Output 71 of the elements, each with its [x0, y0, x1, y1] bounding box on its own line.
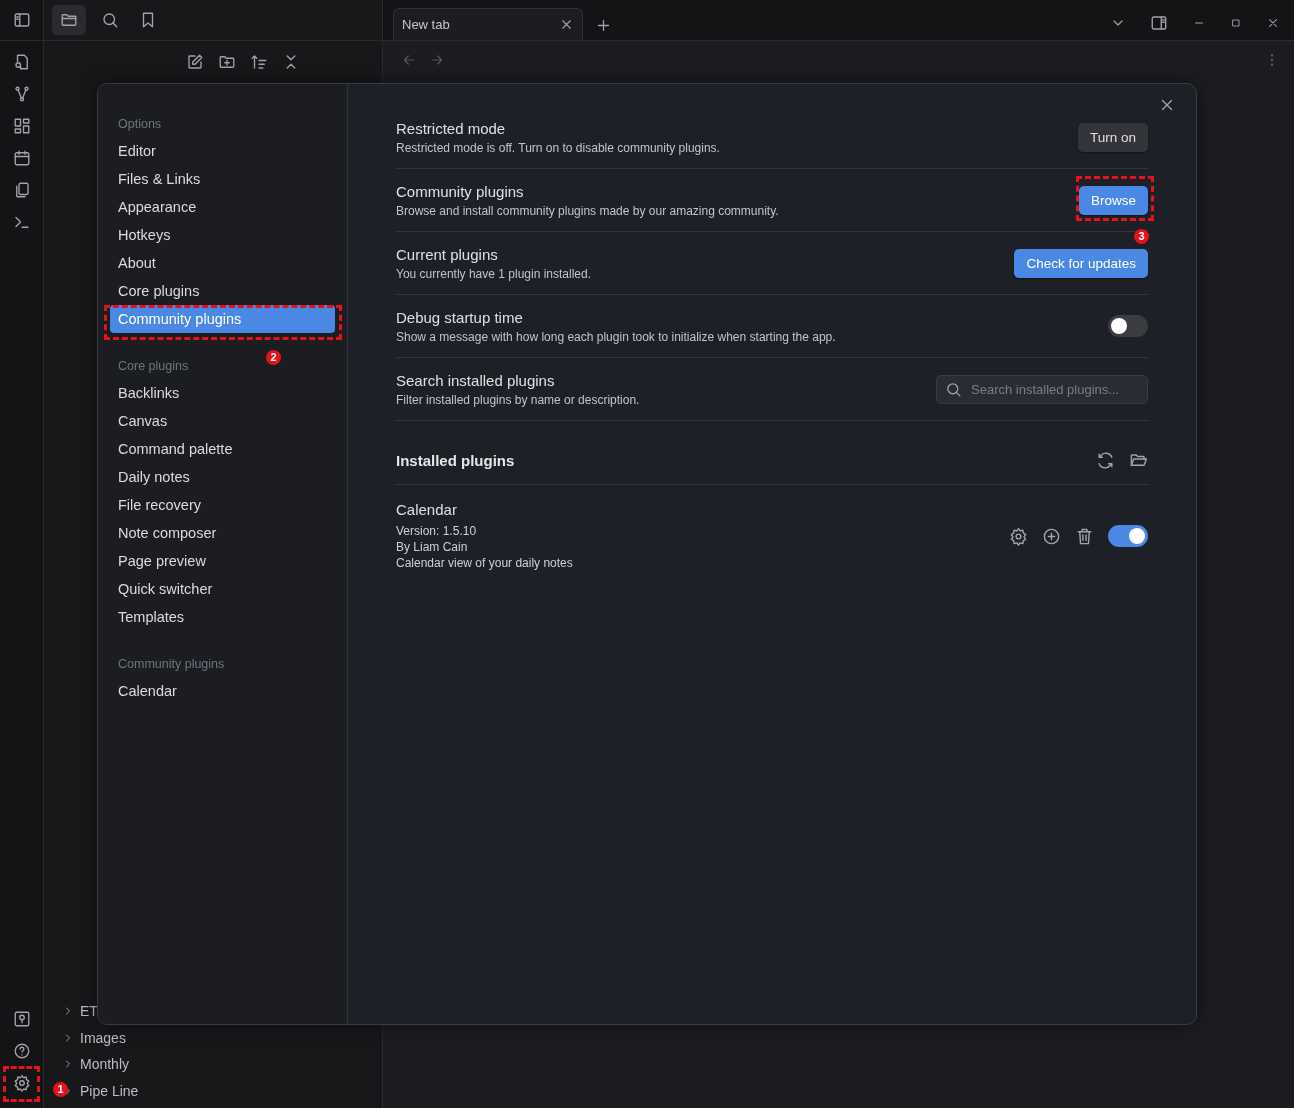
maximize-icon[interactable]: [1230, 17, 1242, 29]
section-heading: Installed plugins: [396, 452, 515, 469]
tree-item[interactable]: ET: [80, 1003, 98, 1020]
toggle-switch[interactable]: [1108, 315, 1148, 337]
close-icon[interactable]: [1266, 16, 1280, 30]
nav-item[interactable]: Templates: [110, 603, 335, 631]
help-icon[interactable]: [12, 1042, 31, 1060]
nav-item[interactable]: Command palette: [110, 435, 335, 463]
setting-description: Show a message with how long each plugin took to initialize when starting the app.: [396, 329, 836, 344]
search-icon: [945, 380, 962, 398]
nav-item[interactable]: Quick switcher: [110, 575, 335, 603]
sort-icon[interactable]: [250, 53, 268, 71]
add-icon[interactable]: [1042, 526, 1061, 546]
nav-item[interactable]: Daily notes: [110, 463, 335, 491]
tree-item[interactable]: Pipe Line: [80, 1082, 139, 1099]
settings-icon[interactable]: [1009, 526, 1028, 546]
sidebar-toggle-icon[interactable]: [12, 11, 31, 29]
folder-button[interactable]: [52, 5, 86, 35]
nav-item[interactable]: Appearance: [110, 193, 335, 221]
sidebar-toggle-icon[interactable]: [1150, 14, 1168, 32]
plus-icon[interactable]: [595, 17, 612, 34]
nav-item[interactable]: Calendar: [110, 677, 335, 705]
graph-icon[interactable]: [12, 85, 31, 103]
setting-description: Browse and install community plugins made by our amazing community.: [396, 203, 779, 218]
nav-item[interactable]: Editor: [110, 137, 335, 165]
setting-name: Debug startup time: [396, 308, 524, 326]
nav-item[interactable]: Community plugins: [110, 305, 335, 333]
vault-icon[interactable]: [12, 1010, 31, 1028]
nav-heading: Core plugins: [117, 358, 190, 375]
setting-name: Search installed plugins: [396, 371, 556, 389]
calendar-icon[interactable]: [12, 149, 31, 167]
setting-description: Filter installed plugins by name or description.: [396, 392, 640, 407]
nav-item[interactable]: Backlinks: [110, 379, 335, 407]
plugin-description: Calendar view of your daily notes: [396, 555, 573, 571]
action-button[interactable]: Browse: [1079, 185, 1148, 215]
highlight-frame: [3, 1066, 40, 1102]
action-button[interactable]: Turn on: [1077, 122, 1148, 152]
setting-name: Restricted mode: [396, 119, 507, 137]
grid-icon[interactable]: [12, 117, 31, 135]
setting-description: You currently have 1 plugin installed.: [396, 266, 592, 281]
search-field[interactable]: Search installed plugins...: [936, 374, 1148, 404]
nav-item[interactable]: Core plugins: [110, 277, 335, 305]
nav-heading: Options: [117, 116, 163, 133]
close-icon[interactable]: [559, 17, 574, 32]
folder-icon: [60, 11, 78, 29]
plugin-name: Calendar: [396, 501, 458, 518]
new-note-icon[interactable]: [186, 53, 204, 71]
settings-icon[interactable]: [12, 1074, 31, 1092]
refresh-icon[interactable]: [1096, 451, 1115, 470]
file-search-icon[interactable]: [12, 53, 31, 71]
setting-description: Restricted mode is off. Turn on to disable community plugins.: [396, 140, 720, 155]
nav-item[interactable]: Page preview: [110, 547, 335, 575]
tree-item[interactable]: Monthly: [80, 1056, 130, 1073]
action-button[interactable]: Check for updates: [1014, 248, 1148, 278]
toggle-switch[interactable]: [1108, 525, 1148, 547]
setting-name: Current plugins: [396, 245, 499, 263]
nav-heading: Community plugins: [117, 656, 226, 673]
nav-item[interactable]: Files & Links: [110, 165, 335, 193]
nav-item[interactable]: About: [110, 249, 335, 277]
tab[interactable]: New tab: [393, 8, 583, 40]
nav-item[interactable]: Note composer: [110, 519, 335, 547]
trash-icon[interactable]: [1075, 526, 1094, 546]
plugin-author: By Liam Cain: [396, 539, 469, 555]
search-icon[interactable]: [101, 11, 119, 29]
nav-item[interactable]: File recovery: [110, 491, 335, 519]
nav-item[interactable]: Canvas: [110, 407, 335, 435]
plugin-version: Version: 1.5.10: [396, 523, 478, 539]
setting-name: Community plugins: [396, 182, 525, 200]
new-folder-icon[interactable]: [218, 53, 236, 71]
nav-item[interactable]: Hotkeys: [110, 221, 335, 249]
tree-item[interactable]: Images: [80, 1029, 126, 1046]
